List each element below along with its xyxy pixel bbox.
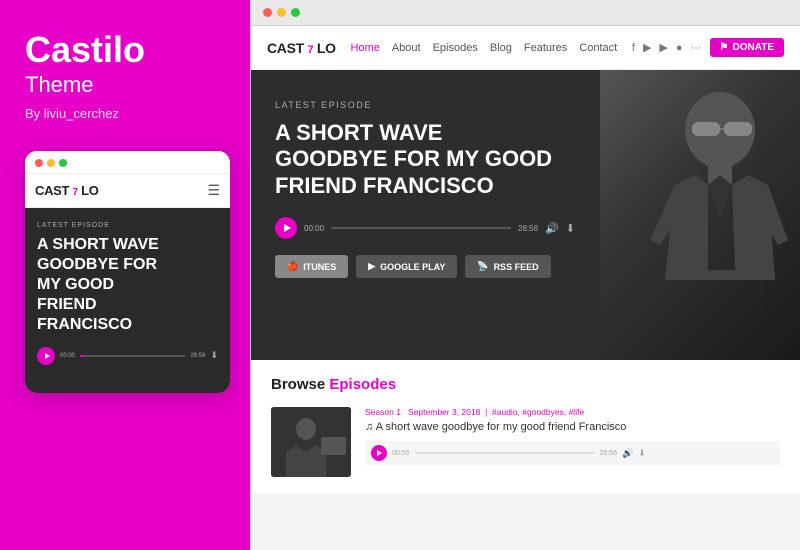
nav-about[interactable]: About <box>392 42 421 54</box>
mockup-dot-green <box>59 159 67 167</box>
google-play-button[interactable]: ▶ GOOGLE PLAY <box>356 255 457 278</box>
mockup-play-button[interactable] <box>37 347 55 365</box>
hero-player: 00:00 28:56 🔊 ⬇ <box>275 217 576 239</box>
browser-chrome <box>251 0 800 26</box>
mockup-dot-yellow <box>47 159 55 167</box>
brand-author: By liviu_cerchez <box>25 106 119 121</box>
hero-section: LATEST EPISODE A SHORT WAVE GOODBYE FOR … <box>251 70 800 360</box>
itunes-button[interactable]: 🍎 ITUNES <box>275 255 348 278</box>
episode-thumb-svg <box>271 407 351 477</box>
site-logo: CAST 7 LO <box>267 40 336 56</box>
episode-meta: Season 1 September 3, 2018 | #audio, #go… <box>365 407 780 417</box>
ep-time-start: 00:00 <box>392 450 410 457</box>
more-icon[interactable]: ··· <box>691 42 702 54</box>
mockup-hero: LATEST EPISODE A SHORT WAVE GOODBYE FOR … <box>25 208 230 393</box>
hero-buttons: 🍎 ITUNES ▶ GOOGLE PLAY 📡 RSS FEED <box>275 255 576 278</box>
itunes-label: ITUNES <box>303 262 336 272</box>
mockup-latest-label: LATEST EPISODE <box>37 222 218 229</box>
hero-content: LATEST EPISODE A SHORT WAVE GOODBYE FOR … <box>251 70 600 360</box>
browse-title: Browse Episodes <box>271 376 780 393</box>
flag-icon: ⚑ <box>720 42 729 53</box>
left-panel: Castilo Theme By liviu_cerchez CAST 7 LO… <box>0 0 250 550</box>
youtube-icon[interactable]: ▶ <box>659 41 667 54</box>
episode-info: Season 1 September 3, 2018 | #audio, #go… <box>365 407 780 465</box>
right-panel: CAST 7 LO Home About Episodes Blog Featu… <box>250 0 800 550</box>
hero-progress-bar[interactable] <box>331 227 511 229</box>
episode-tags: #audio, #goodbyes, #life <box>492 407 584 417</box>
hero-person-image <box>600 70 800 360</box>
person-silhouette <box>620 80 790 350</box>
mockup-progress-fill <box>80 355 85 357</box>
mockup-player: 00:00 28:56 ⬇ <box>37 347 218 365</box>
browser-dot-red <box>263 8 272 17</box>
hero-volume-icon[interactable]: 🔊 <box>545 222 559 235</box>
mockup-time-start: 00:00 <box>60 353 75 359</box>
hero-image <box>600 70 800 360</box>
site-nav-right: f ▶ ▶ ● ··· ⚑ DONATE <box>632 38 784 57</box>
mockup-dot-red <box>35 159 43 167</box>
episode-separator2: | <box>483 407 492 417</box>
site-logo-accent: 7 <box>308 44 314 56</box>
mockup-download-icon[interactable]: ⬇ <box>210 350 218 361</box>
brand-subtitle: Theme <box>25 72 93 98</box>
rss-feed-button[interactable]: 📡 RSS FEED <box>465 255 550 278</box>
mockup-time-end: 28:56 <box>190 353 205 359</box>
hero-latest-label: LATEST EPISODE <box>275 100 576 110</box>
browser-dot-green <box>291 8 300 17</box>
episode-play-button[interactable] <box>371 445 387 461</box>
donate-button[interactable]: ⚑ DONATE <box>710 38 784 57</box>
mockup-hero-title: A SHORT WAVE GOODBYE FOR MY GOOD FRIEND … <box>37 235 167 335</box>
hero-title: A SHORT WAVE GOODBYE FOR MY GOOD FRIEND … <box>275 120 555 199</box>
mockup-top-bar <box>25 151 230 174</box>
episode-player: 00:00 28:56 🔊 ⬇ <box>365 441 780 465</box>
nav-features[interactable]: Features <box>524 42 567 54</box>
episode-thumb-image <box>271 407 351 477</box>
rss-label: RSS FEED <box>494 262 539 272</box>
browser-dot-yellow <box>277 8 286 17</box>
mobile-mockup: CAST 7 LO ☰ LATEST EPISODE A SHORT WAVE … <box>25 151 230 393</box>
episode-date: September 3, 2018 <box>408 407 480 417</box>
gplay-icon: ▶ <box>368 261 375 272</box>
mockup-progress-bar[interactable] <box>80 355 185 357</box>
mockup-dots <box>35 159 67 167</box>
mockup-logo-accent: 7 <box>73 187 78 198</box>
ep-volume-icon[interactable]: 🔊 <box>622 448 633 459</box>
episode-thumbnail <box>271 407 351 477</box>
mockup-logo: CAST 7 LO <box>35 183 99 198</box>
brand-title: Castilo <box>25 30 145 70</box>
episode-title: ♫ A short wave goodbye for my good frien… <box>365 421 780 433</box>
play-circle-icon[interactable]: ▶ <box>643 41 651 54</box>
site-header: CAST 7 LO Home About Episodes Blog Featu… <box>251 26 800 70</box>
rss-icon: 📡 <box>477 261 488 272</box>
hamburger-icon[interactable]: ☰ <box>207 182 220 199</box>
nav-blog[interactable]: Blog <box>490 42 512 54</box>
facebook-icon[interactable]: f <box>632 42 635 54</box>
site-nav: Home About Episodes Blog Features Contac… <box>350 42 617 54</box>
ep-time-end: 28:56 <box>600 450 618 457</box>
apple-icon: 🍎 <box>287 261 298 272</box>
browse-section: Browse Episodes Season 1 S <box>251 360 800 493</box>
nav-episodes[interactable]: Episodes <box>433 42 478 54</box>
spotify-icon[interactable]: ● <box>676 42 683 54</box>
hero-play-button[interactable] <box>275 217 297 239</box>
ep-progress-bar[interactable] <box>415 452 595 454</box>
hero-download-icon[interactable]: ⬇ <box>566 222 575 235</box>
episode-row: Season 1 September 3, 2018 | #audio, #go… <box>271 407 780 477</box>
hero-time-start: 00:00 <box>304 224 324 233</box>
donate-label: DONATE <box>733 42 774 53</box>
episode-season: Season 1 <box>365 407 401 417</box>
gplay-label: GOOGLE PLAY <box>380 262 445 272</box>
ep-download-icon[interactable]: ⬇ <box>638 448 646 459</box>
nav-home[interactable]: Home <box>350 42 379 54</box>
mockup-nav: CAST 7 LO ☰ <box>25 174 230 208</box>
nav-contact[interactable]: Contact <box>579 42 617 54</box>
hero-time-end: 28:56 <box>518 224 538 233</box>
